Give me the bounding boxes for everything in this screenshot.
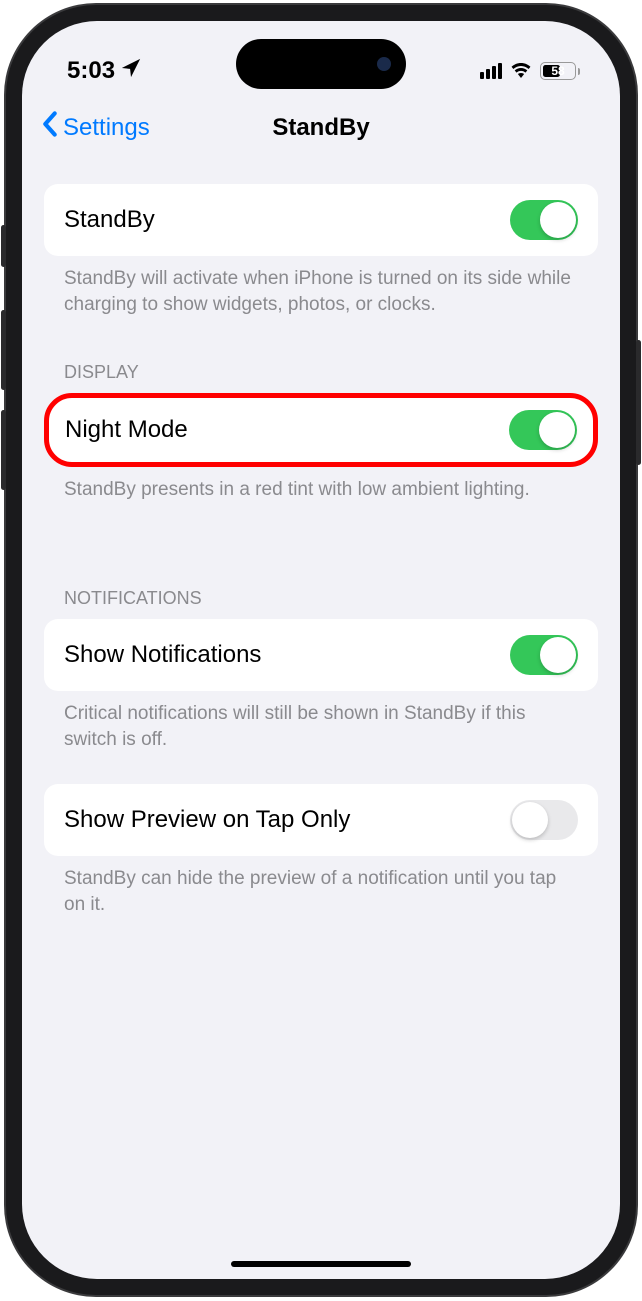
show-preview-toggle[interactable] xyxy=(510,800,578,840)
show-notifications-footer: Critical notifications will still be sho… xyxy=(44,691,598,752)
night-mode-label: Night Mode xyxy=(65,416,188,444)
show-preview-footer: StandBy can hide the preview of a notifi… xyxy=(44,856,598,917)
night-mode-cell[interactable]: Night Mode xyxy=(44,393,598,467)
cellular-signal-icon xyxy=(480,63,502,79)
standby-toggle[interactable] xyxy=(510,200,578,240)
show-preview-label: Show Preview on Tap Only xyxy=(64,806,350,834)
power-button xyxy=(636,340,641,465)
night-mode-footer: StandBy presents in a red tint with low … xyxy=(44,467,598,503)
location-icon xyxy=(120,57,142,86)
status-time: 5:03 xyxy=(67,57,115,85)
wifi-icon xyxy=(510,60,532,83)
phone-frame: 5:03 xyxy=(6,5,636,1295)
back-label: Settings xyxy=(63,114,150,142)
home-indicator[interactable] xyxy=(231,1261,411,1267)
night-mode-toggle[interactable] xyxy=(509,410,577,450)
status-left: 5:03 xyxy=(67,57,142,86)
toggle-knob xyxy=(539,412,575,448)
chevron-left-icon xyxy=(42,111,58,144)
status-right: 58 xyxy=(480,60,580,83)
battery-percent: 58 xyxy=(551,64,564,78)
page-title: StandBy xyxy=(272,114,369,142)
silent-switch xyxy=(1,225,6,267)
toggle-knob xyxy=(540,637,576,673)
phone-screen: 5:03 xyxy=(22,21,620,1279)
standby-footer: StandBy will activate when iPhone is tur… xyxy=(44,256,598,317)
battery-icon: 58 xyxy=(540,62,580,80)
show-preview-cell[interactable]: Show Preview on Tap Only xyxy=(44,784,598,856)
toggle-knob xyxy=(540,202,576,238)
display-header: DISPLAY xyxy=(44,362,598,393)
show-notifications-cell[interactable]: Show Notifications xyxy=(44,619,598,691)
show-notifications-label: Show Notifications xyxy=(64,641,261,669)
volume-down-button xyxy=(1,410,6,490)
dynamic-island xyxy=(236,39,406,89)
standby-label: StandBy xyxy=(64,206,155,234)
back-button[interactable]: Settings xyxy=(42,111,150,144)
show-notifications-toggle[interactable] xyxy=(510,635,578,675)
volume-up-button xyxy=(1,310,6,390)
navigation-bar: Settings StandBy xyxy=(22,101,620,164)
notifications-header: NOTIFICATIONS xyxy=(44,588,598,619)
standby-cell[interactable]: StandBy xyxy=(44,184,598,256)
toggle-knob xyxy=(512,802,548,838)
content-area: StandBy StandBy will activate when iPhon… xyxy=(22,164,620,937)
